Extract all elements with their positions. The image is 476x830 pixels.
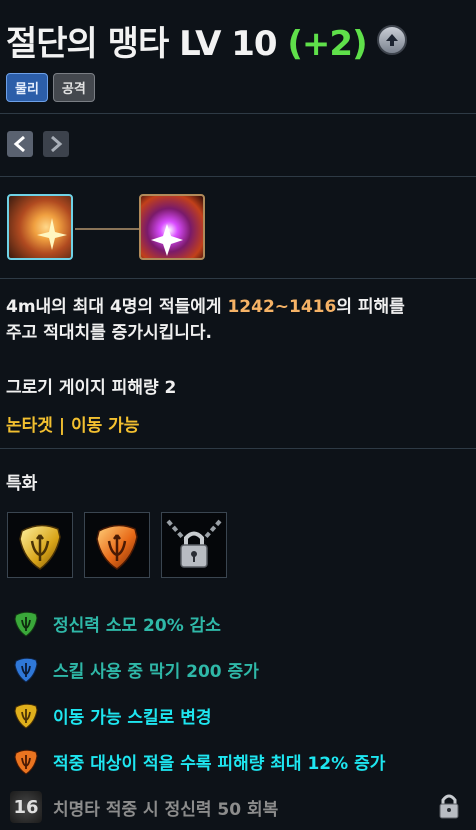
chained-lock-icon xyxy=(166,519,222,568)
blue-rune-icon xyxy=(10,653,42,685)
effect-text: 치명타 적중 시 정신력 50 회복 xyxy=(53,799,279,820)
lock-icon xyxy=(438,792,460,824)
orange-rune-icon xyxy=(10,745,42,777)
divider xyxy=(0,176,476,177)
stagger-value: 그로기 게이지 피해량 2 xyxy=(6,378,177,398)
next-button[interactable] xyxy=(43,131,69,157)
skill-description: 4m내의 최대 4명의 적들에게 1242~1416의 피해를 주고 적대치를 … xyxy=(6,294,468,346)
effect-row-locked: 16 치명타 적중 시 정신력 50 회복 xyxy=(10,784,470,830)
divider xyxy=(0,113,476,114)
tag-physical: 물리 xyxy=(6,73,48,102)
rune-slot-2[interactable] xyxy=(84,512,150,578)
chevron-right-icon xyxy=(51,136,63,152)
specialization-effects: 정신력 소모 20% 감소 스킬 사용 중 막기 200 증가 이동 가능 스킬… xyxy=(10,600,470,830)
description-line-2: 주고 적대치를 증가시킵니다. xyxy=(6,323,212,343)
chevron-left-icon xyxy=(13,136,25,152)
divider xyxy=(0,278,476,279)
skill-level: LV 10 xyxy=(179,23,277,64)
effect-text: 이동 가능 스킬로 변경 xyxy=(53,707,212,728)
sparkle-icon xyxy=(151,224,183,256)
effect-row: 이동 가능 스킬로 변경 xyxy=(10,692,470,738)
skill-level-bonus: (+2) xyxy=(287,23,367,64)
effect-text: 정신력 소모 20% 감소 xyxy=(53,615,221,636)
tag-attack: 공격 xyxy=(52,73,95,102)
skill-name: 절단의 맹타 xyxy=(6,23,169,64)
rune-slot-locked xyxy=(161,512,227,578)
arrow-up-icon xyxy=(385,34,398,46)
damage-range: 1242~1416 xyxy=(227,297,337,317)
skill-title-row: 절단의 맹타 LV 10 (+2) xyxy=(6,16,407,65)
tripod-connector xyxy=(75,228,139,230)
sparkle-icon xyxy=(37,218,67,250)
green-rune-icon xyxy=(10,607,42,639)
level-requirement-badge: 16 xyxy=(10,791,42,823)
effect-row: 스킬 사용 중 막기 200 증가 xyxy=(10,646,470,692)
prev-button[interactable] xyxy=(7,131,33,157)
orange-rune-icon xyxy=(96,524,138,570)
specialization-label: 특화 xyxy=(6,474,38,494)
tripod-slot-1[interactable] xyxy=(7,194,73,260)
gold-rune-icon xyxy=(10,699,42,731)
effect-text: 스킬 사용 중 막기 200 증가 xyxy=(53,661,259,682)
rune-slot-1[interactable] xyxy=(7,512,73,578)
skill-title: 절단의 맹타 LV 10 (+2) xyxy=(6,16,368,65)
divider xyxy=(0,448,476,449)
description-text: 의 피해를 xyxy=(336,297,405,317)
gold-rune-icon xyxy=(19,524,61,570)
effect-text: 적중 대상이 적을 수록 피해량 최대 12% 증가 xyxy=(53,753,386,774)
skill-tags: 물리 공격 xyxy=(6,73,95,102)
description-line-1: 4m내의 최대 4명의 적들에게 1242~1416의 피해를 xyxy=(6,294,468,320)
effect-row: 정신력 소모 20% 감소 xyxy=(10,600,470,646)
skill-properties: 논타겟 | 이동 가능 xyxy=(6,416,140,436)
description-text: 4m내의 최대 4명의 적들에게 xyxy=(6,297,228,317)
level-up-button[interactable] xyxy=(376,25,407,55)
effect-row: 적중 대상이 적을 수록 피해량 최대 12% 증가 xyxy=(10,738,470,784)
tripod-slot-2[interactable] xyxy=(139,194,205,260)
